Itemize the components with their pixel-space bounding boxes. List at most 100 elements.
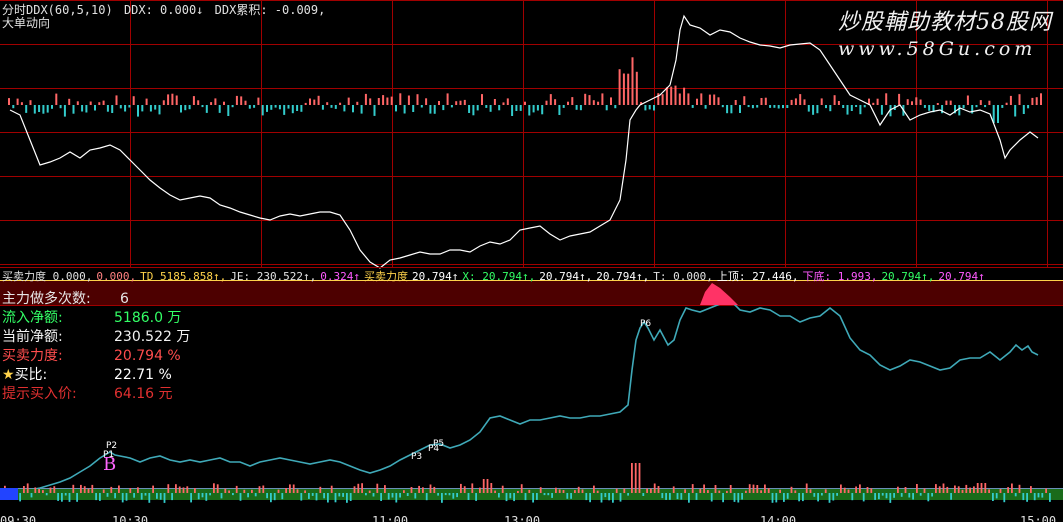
ddx-bar [567, 101, 569, 105]
volume-bar [912, 493, 914, 500]
ddx-bar [713, 94, 716, 105]
volume-bar [627, 493, 629, 496]
volume-bar [916, 484, 918, 493]
volume-bar [878, 493, 880, 500]
volume-bar [809, 489, 812, 493]
ddx-bar [855, 105, 858, 107]
volume-bar [612, 493, 614, 503]
volume-bar [144, 493, 147, 496]
subtitle: 大单动向 [2, 16, 51, 30]
ddx-bar [248, 105, 251, 109]
mid-bar-item: 0.000, [96, 270, 137, 283]
ddx-bar [597, 101, 600, 105]
ddx-bar [192, 96, 195, 105]
mid-bar-item: 20.794↑ [938, 270, 985, 283]
volume-bar [190, 493, 192, 503]
volume-bar [699, 488, 702, 493]
volume-bar [695, 493, 698, 500]
volume-bar [76, 493, 78, 502]
volume-bar [631, 463, 633, 493]
info-value: 5186.0 万 [114, 310, 182, 326]
volume-bar [262, 485, 265, 493]
volume-bar [251, 489, 253, 493]
volume-bar [615, 488, 618, 493]
volume-bar [425, 493, 428, 501]
volume-bar [874, 493, 876, 500]
volume-bar [349, 493, 352, 501]
watermark: 炒股輔助教材58股网 www.58Gu.com [838, 4, 1060, 60]
ddx-bar [579, 105, 582, 111]
volume-bar [64, 493, 67, 496]
ddx-bar [717, 97, 720, 105]
ddx-bar [743, 96, 746, 105]
ddx-bar [214, 98, 217, 105]
volume-bar [520, 484, 523, 493]
ddx-bar [339, 102, 342, 105]
ddx-bar [790, 99, 793, 105]
volume-bar [927, 493, 930, 502]
volume-bar [893, 493, 895, 498]
info-label: ★买比: [2, 367, 48, 383]
volume-bar [1011, 483, 1013, 493]
ddx-bar [171, 93, 174, 105]
volume-bar [315, 493, 318, 501]
volume-bar [980, 483, 983, 493]
ddx-bar [399, 93, 402, 105]
ddx-bar [124, 105, 127, 112]
volume-bar [729, 485, 732, 493]
volume-bar [840, 484, 842, 493]
ddx-bar [210, 102, 213, 105]
mid-bar-item: 20.794↑ [412, 270, 459, 283]
volume-bar [752, 484, 755, 493]
ddx-bar [167, 94, 170, 105]
ddx-bar [201, 105, 204, 108]
ddx-bar [863, 105, 866, 108]
volume-bar [406, 493, 409, 496]
ddx-bar [38, 105, 41, 112]
volume-bar [585, 493, 588, 501]
ddx-bar [1009, 95, 1012, 105]
time-label: 11:00 [372, 514, 408, 522]
ddx-bar [524, 101, 526, 105]
ddx-bar [747, 105, 750, 108]
star-icon: ★ [2, 367, 15, 383]
volume-bar [619, 493, 622, 502]
volume-bar [653, 483, 656, 493]
ddx-bar [799, 94, 802, 105]
volume-bar [129, 488, 132, 493]
volume-bar [714, 485, 717, 493]
ddx-bar [395, 105, 397, 112]
volume-bar [361, 483, 363, 493]
ddx-bar [257, 97, 260, 105]
volume-bar [756, 485, 759, 493]
volume-bar [182, 487, 185, 493]
volume-bar [737, 493, 740, 503]
volume-bar [479, 487, 481, 493]
ddx-bar [850, 105, 853, 111]
volume-bar [707, 490, 709, 493]
volume-bar [1003, 493, 1006, 503]
volume-bar [517, 491, 519, 493]
mid-bar-item: JE: 230.522↑, [230, 270, 317, 283]
ddx-bar [330, 105, 333, 108]
volume-bar [790, 486, 793, 493]
ddx-bar [610, 97, 612, 105]
volume-bar [19, 493, 21, 502]
ddx-bar [498, 105, 501, 111]
ddx-bar [188, 105, 191, 110]
volume-bar [596, 490, 599, 493]
ddx-bar [197, 100, 200, 105]
mid-bar-item: 上顶: 27.446, [716, 270, 799, 283]
ddx-bar [115, 95, 118, 105]
volume-bar [365, 493, 367, 496]
mid-bar-item: 0.324↑ [320, 270, 361, 283]
ddx-bar [549, 94, 552, 105]
mid-bar-item: TD 5185.858↑, [140, 270, 227, 283]
volume-bar [346, 493, 348, 503]
mid-bar-item: X: 20.794↑, [462, 270, 536, 283]
volume-bar [532, 493, 534, 503]
ddx-bar [618, 69, 621, 105]
ddx-bar [635, 71, 638, 105]
volume-bar [34, 487, 37, 493]
volume-bar [456, 493, 458, 498]
